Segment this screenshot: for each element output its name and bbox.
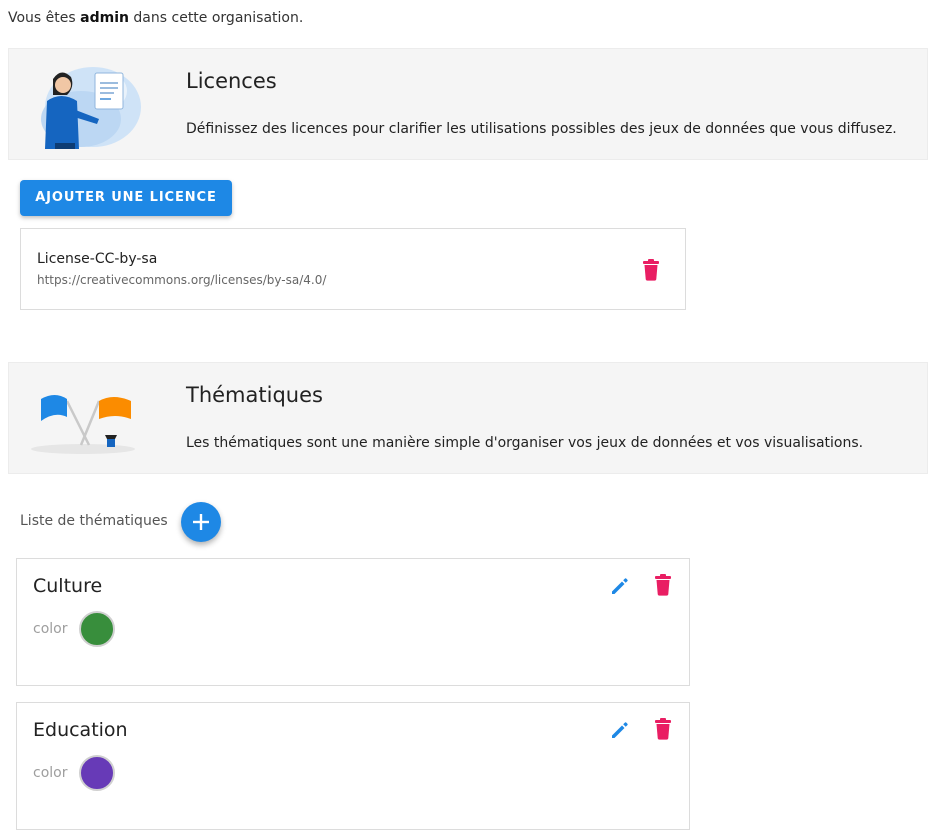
color-swatch[interactable] <box>79 611 115 647</box>
edit-thematique-button[interactable] <box>609 719 631 741</box>
thematique-card: Education color <box>16 702 690 830</box>
trash-icon <box>655 574 671 596</box>
thematiques-section-header: Thématiques Les thématiques sont une man… <box>8 362 928 474</box>
delete-thematique-button[interactable] <box>653 718 673 740</box>
trash-icon <box>655 718 671 740</box>
color-label: color <box>33 765 68 781</box>
licences-illustration <box>23 57 143 153</box>
pencil-icon <box>612 722 628 738</box>
plus-icon <box>193 514 209 530</box>
thematique-card: Culture color <box>16 558 690 686</box>
organization-role-text: Vous êtes admin dans cette organisation. <box>8 10 303 26</box>
role-prefix: Vous êtes <box>8 10 81 26</box>
thematiques-illustration <box>23 371 143 467</box>
trash-icon <box>643 259 659 281</box>
thematiques-list-label: Liste de thématiques <box>20 513 168 529</box>
thematiques-description: Les thématiques sont une manière simple … <box>186 435 864 451</box>
licence-card: License-CC-by-sa https://creativecommons… <box>20 228 686 310</box>
licences-title: Licences <box>186 69 277 93</box>
role-suffix: dans cette organisation. <box>128 10 304 26</box>
thematiques-title: Thématiques <box>186 383 323 407</box>
licences-description: Définissez des licences pour clarifier l… <box>186 121 897 137</box>
color-label: color <box>33 621 68 637</box>
edit-thematique-button[interactable] <box>609 575 631 597</box>
thematique-name: Education <box>33 719 128 741</box>
pencil-icon <box>612 578 628 594</box>
add-thematique-button[interactable] <box>181 502 221 542</box>
licence-name: License-CC-by-sa <box>37 251 158 267</box>
add-licence-button[interactable]: AJOUTER UNE LICENCE <box>20 180 232 216</box>
color-swatch[interactable] <box>79 755 115 791</box>
licences-section-header: Licences Définissez des licences pour cl… <box>8 48 928 160</box>
delete-licence-button[interactable] <box>641 259 661 281</box>
licence-url: https://creativecommons.org/licenses/by-… <box>37 273 327 287</box>
thematique-name: Culture <box>33 575 103 597</box>
delete-thematique-button[interactable] <box>653 574 673 596</box>
role-name: admin <box>80 10 129 26</box>
